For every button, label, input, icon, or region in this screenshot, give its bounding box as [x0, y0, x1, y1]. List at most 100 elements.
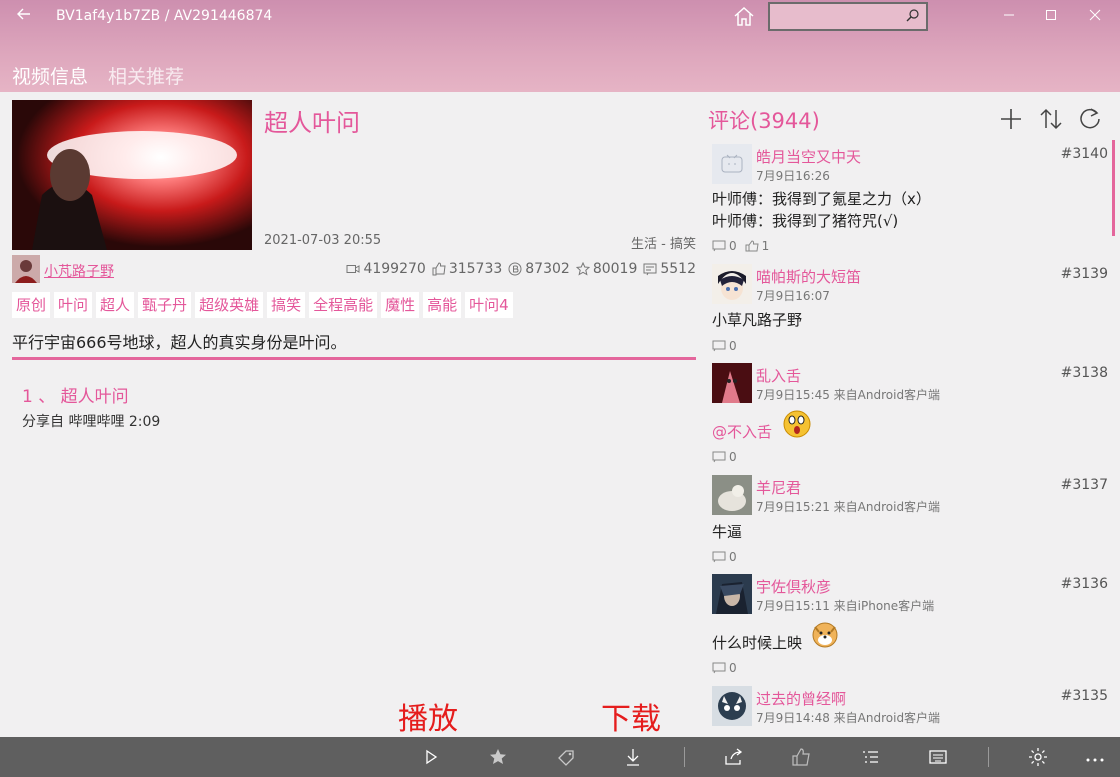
tag[interactable]: 超人 [96, 292, 135, 318]
comment-item: 过去的曾经啊 #3135 7月9日14:48 来自Android客户端 [712, 686, 1112, 736]
download-icon [627, 749, 639, 766]
like-button[interactable]: 1 [745, 239, 769, 253]
tag[interactable]: 叶问4 [465, 292, 513, 318]
download-button[interactable] [622, 746, 644, 768]
avatar-image [12, 255, 40, 283]
comment-time: 7月9日15:11 来自iPhone客户端 [756, 599, 935, 613]
reply-count: 0 [729, 339, 737, 353]
reply-button[interactable]: 0 [712, 661, 737, 675]
tag-button[interactable] [555, 746, 577, 768]
like-video-button[interactable] [790, 746, 812, 768]
pivot-tabs: 视频信息 相关推荐 [12, 62, 204, 89]
danmaku-count: 5512 [660, 261, 696, 277]
avatar[interactable] [712, 475, 752, 515]
video-description: 平行宇宙666号地球，超人的真实身份是叶问。 [12, 333, 347, 352]
close-button[interactable] [1084, 6, 1106, 28]
coins-stat[interactable]: 87302 [508, 261, 570, 277]
commenter-name[interactable]: 过去的曾经啊 [756, 688, 846, 709]
refresh-comments-button[interactable] [1077, 106, 1103, 132]
tag[interactable]: 搞笑 [267, 292, 306, 318]
favorites-stat[interactable]: 80019 [575, 261, 637, 277]
reply-button[interactable]: 0 [712, 450, 737, 464]
reply-count: 0 [729, 661, 737, 675]
search-icon[interactable] [906, 8, 920, 22]
avatar[interactable] [712, 686, 752, 726]
uploader-avatar[interactable] [12, 255, 40, 283]
settings-button[interactable] [1027, 746, 1049, 768]
commenter-name[interactable]: 宇佐倶秋彦 [756, 576, 831, 597]
comment-actions: 0 [712, 450, 737, 464]
thumbs-up-icon [432, 262, 446, 276]
tag[interactable]: 叶问 [54, 292, 93, 318]
category-label[interactable]: 生活 - 搞笑 [631, 233, 696, 252]
reply-button[interactable]: 0 [712, 339, 737, 353]
views-stat: 4199270 [346, 261, 426, 277]
tag[interactable]: 原创 [12, 292, 51, 318]
command-separator [684, 747, 685, 767]
reply-count: 0 [729, 239, 737, 253]
reply-icon [712, 240, 726, 252]
minimize-button[interactable] [998, 6, 1020, 28]
favorite-button[interactable] [487, 746, 509, 768]
comments-title: 评论(3944) [708, 109, 820, 133]
likes-stat[interactable]: 315733 [432, 261, 502, 277]
comment-text: 叶师傅：我得到了氪星之力（x） [712, 190, 931, 208]
add-comment-button[interactable] [998, 106, 1024, 132]
floor-number: #3138 [1060, 365, 1108, 381]
play-button[interactable] [420, 746, 442, 768]
more-button[interactable] [1084, 746, 1106, 768]
comment-actions: 0 [712, 339, 737, 353]
maximize-button[interactable] [1040, 6, 1062, 28]
comment-item: 皓月当空又中天 #3140 7月9日16:26 叶师傅：我得到了氪星之力（x） … [712, 144, 1112, 256]
reply-icon [712, 451, 726, 463]
keyboard-button[interactable] [927, 746, 949, 768]
sort-comments-button[interactable] [1038, 106, 1064, 132]
reply-button[interactable]: 0 [712, 550, 737, 564]
danmaku-stat: 5512 [643, 261, 696, 277]
avatar[interactable] [712, 144, 752, 184]
star-icon [490, 749, 506, 764]
shocked-emoji-icon [783, 410, 811, 438]
publish-date: 2021-07-03 20:55 [264, 233, 382, 248]
commenter-name[interactable]: 乱入舌 [756, 365, 801, 386]
avatar[interactable] [712, 363, 752, 403]
tag[interactable]: 超级英雄 [195, 292, 264, 318]
keyboard-icon [929, 750, 947, 764]
uploader-name[interactable]: 小芃路子野 [44, 261, 114, 281]
plus-icon [1001, 109, 1021, 129]
comment-item: 喵帕斯的大短笛 #3139 7月9日16:07 小草凡路子野 0 [712, 264, 1112, 356]
commenter-name[interactable]: 羊尼君 [756, 477, 801, 498]
video-thumbnail[interactable] [12, 100, 252, 250]
comment-text: 叶师傅：我得到了猪符咒(√) [712, 212, 899, 230]
video-stats: 4199270 315733 87302 80019 5512 [346, 261, 696, 277]
tab-related[interactable]: 相关推荐 [108, 66, 184, 88]
reply-icon [712, 662, 726, 674]
tag[interactable]: 高能 [423, 292, 462, 318]
comments-scrollbar[interactable] [1112, 140, 1115, 236]
share-button[interactable] [722, 746, 744, 768]
tag[interactable]: 魔性 [381, 292, 420, 318]
command-separator [988, 747, 989, 767]
commenter-name[interactable]: 皓月当空又中天 [756, 146, 861, 167]
comment-text: 小草凡路子野 [712, 311, 803, 329]
back-button[interactable] [12, 6, 36, 28]
reply-button[interactable]: 0 [712, 239, 737, 253]
maximize-icon [1046, 10, 1056, 20]
window-title: BV1af4y1b7ZB / AV291446874 [56, 8, 273, 24]
avatar[interactable] [712, 264, 752, 304]
comment-time: 7月9日16:07 [756, 289, 830, 303]
comment-item: 羊尼君 #3137 7月9日15:21 来自Android客户端 牛逼 0 [712, 475, 1112, 565]
tab-video-info[interactable]: 视频信息 [12, 66, 88, 88]
part-title[interactable]: 1 、 超人叶问 [22, 382, 129, 407]
comment-mention[interactable]: @不入舌 [712, 422, 772, 443]
comment-time: 7月9日15:45 来自Android客户端 [756, 388, 941, 402]
tag[interactable]: 全程高能 [309, 292, 378, 318]
tag[interactable]: 甄子丹 [138, 292, 192, 318]
search-input[interactable] [768, 2, 928, 31]
commenter-name[interactable]: 喵帕斯的大短笛 [756, 266, 861, 287]
avatar[interactable] [712, 574, 752, 614]
home-button[interactable] [732, 5, 756, 29]
anime-avatar-image [712, 264, 752, 304]
floor-number: #3140 [1060, 146, 1108, 162]
playlist-button[interactable] [859, 746, 881, 768]
